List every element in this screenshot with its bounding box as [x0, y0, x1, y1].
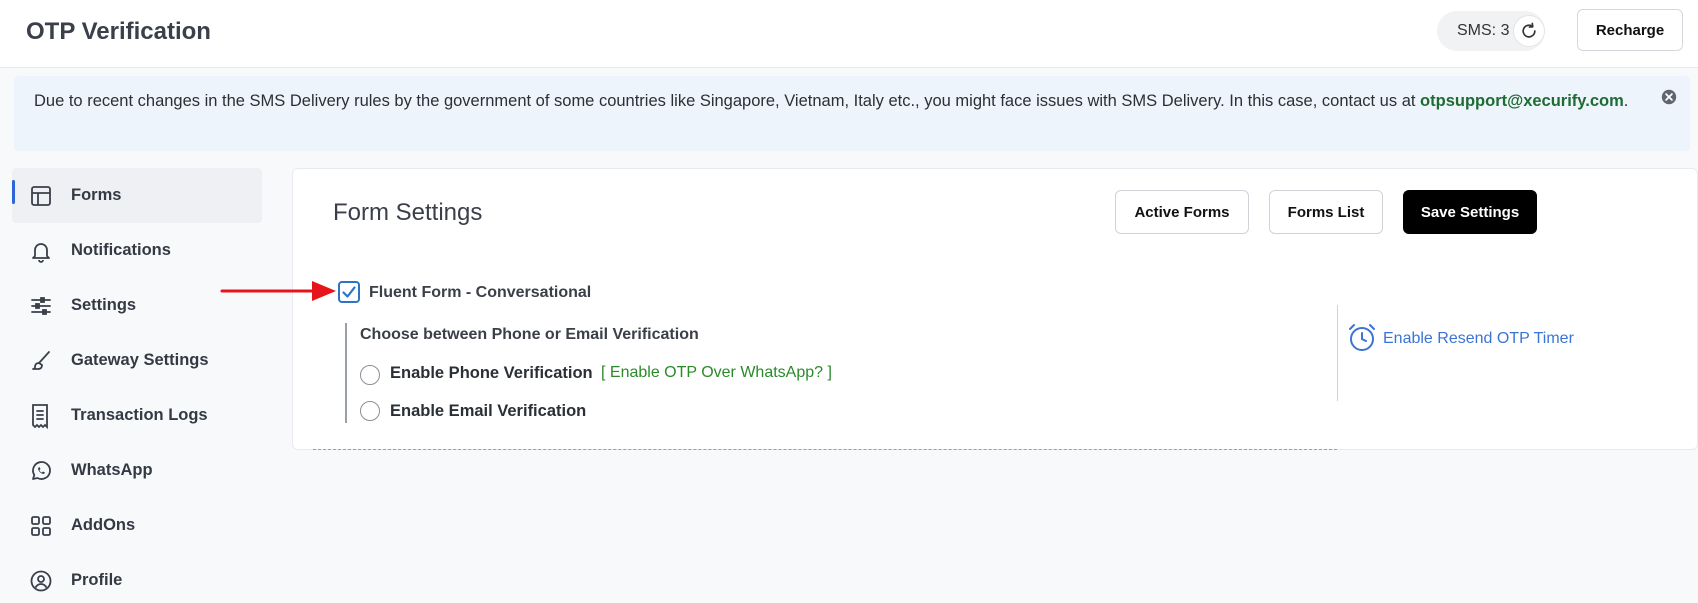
enable-resend-otp-timer-link[interactable]: Enable Resend OTP Timer [1383, 330, 1574, 348]
forms-list-button[interactable]: Forms List [1269, 190, 1383, 234]
active-forms-button[interactable]: Active Forms [1115, 190, 1249, 234]
notice-message: Due to recent changes in the SMS Deliver… [34, 92, 1421, 110]
sidebar-item-transaction-logs[interactable]: Transaction Logs [12, 388, 262, 443]
recharge-button[interactable]: Recharge [1577, 9, 1683, 51]
brush-icon [28, 348, 54, 374]
notice-banner: Due to recent changes in the SMS Deliver… [14, 76, 1690, 151]
sms-count: SMS: 3 [1457, 22, 1510, 39]
form-enable-checkbox[interactable] [338, 281, 360, 303]
sidebar-item-gateway-settings[interactable]: Gateway Settings [12, 333, 262, 388]
email-verification-radio[interactable] [360, 401, 380, 421]
phone-verification-label: Enable Phone Verification [390, 364, 593, 382]
panel-title: Form Settings [333, 199, 483, 226]
sliders-icon [28, 293, 54, 319]
user-icon [28, 568, 54, 594]
section-separator [313, 449, 1337, 450]
sidebar-item-label: Notifications [71, 241, 171, 259]
notice-suffix: . [1623, 92, 1629, 110]
support-email-link[interactable]: otpsupport@xecurify.com [1420, 92, 1624, 110]
verification-choice-label: Choose between Phone or Email Verificati… [360, 326, 699, 343]
email-verification-label: Enable Email Verification [390, 402, 587, 420]
sidebar-item-label: WhatsApp [71, 461, 153, 479]
refresh-icon [1522, 22, 1536, 38]
options-divider [345, 323, 347, 423]
forms-icon [28, 183, 54, 209]
refresh-button[interactable] [1513, 15, 1545, 47]
sidebar-item-label: AddOns [71, 516, 136, 534]
sidebar-item-label: Forms [71, 186, 122, 204]
sidebar-item-forms[interactable]: Forms [12, 168, 262, 223]
logs-icon [28, 403, 54, 429]
form-name-label: Fluent Form - Conversational [369, 284, 592, 301]
notice-text: Due to recent changes in the SMS Deliver… [34, 90, 1634, 113]
annotation-arrow [220, 281, 336, 301]
alarm-clock-icon[interactable] [1347, 323, 1377, 353]
sidebar-item-notifications[interactable]: Notifications [12, 223, 262, 278]
save-settings-button[interactable]: Save Settings [1403, 190, 1537, 234]
sidebar-item-whatsapp[interactable]: WhatsApp [12, 443, 262, 498]
bell-icon [28, 238, 54, 264]
sidebar-item-label: Profile [71, 571, 123, 589]
whatsapp-icon [28, 458, 54, 484]
check-icon [342, 286, 356, 298]
sidebar-item-label: Settings [71, 296, 137, 314]
sidebar-item-label: Transaction Logs [71, 406, 208, 424]
column-divider [1337, 305, 1338, 401]
sidebar-item-addons[interactable]: AddOns [12, 498, 262, 553]
app-title: OTP Verification [26, 18, 211, 45]
sidebar-item-profile[interactable]: Profile [12, 553, 262, 603]
sidebar: Forms Notifications Settings Gateway Set… [12, 168, 262, 603]
enable-whatsapp-otp-link[interactable]: [ Enable OTP Over WhatsApp? ] [601, 364, 832, 382]
sidebar-item-label: Gateway Settings [71, 351, 209, 369]
close-circle-icon[interactable] [1660, 88, 1678, 106]
grid-icon [28, 513, 54, 539]
sms-balance: SMS: 3 [1437, 11, 1545, 51]
top-bar: OTP Verification SMS: 3 Recharge [0, 0, 1698, 68]
phone-verification-radio[interactable] [360, 365, 380, 385]
